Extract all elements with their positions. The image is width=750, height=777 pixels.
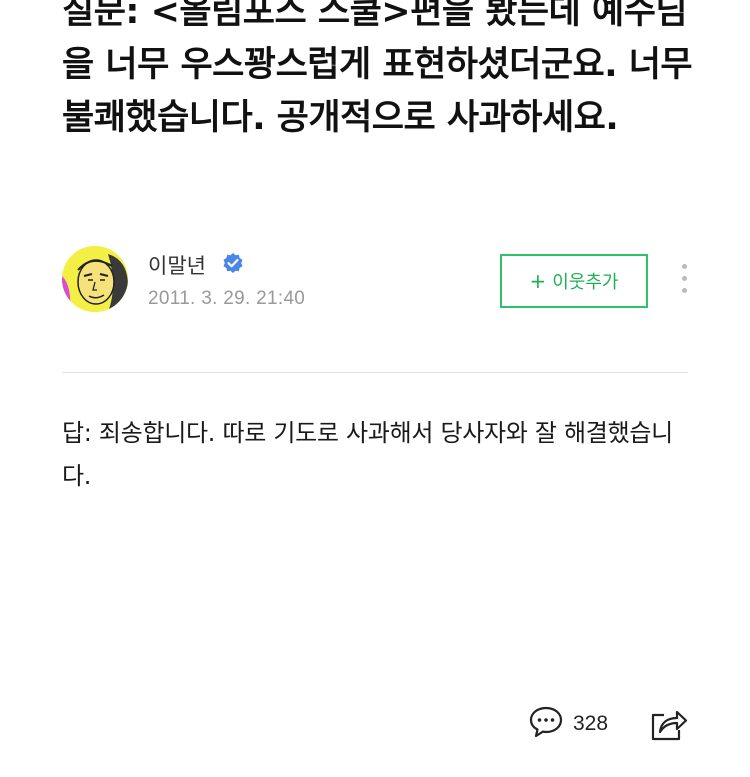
post-title: 질문: <올림포스 스쿨>편을 봤는데 예수님을 너무 우스꽝스럽게 표현하셨더… [62, 0, 693, 138]
speech-bubble-icon [528, 705, 564, 743]
author-avatar[interactable] [62, 246, 128, 312]
comment-button[interactable]: 328 [528, 706, 608, 742]
author-section: 이말년 2011. 3. 29. 21:40 + 이웃추가 [62, 246, 690, 316]
add-neighbor-label: 이웃추가 [552, 272, 619, 293]
vertical-ellipsis-icon[interactable] [676, 264, 692, 298]
post-answer: 답: 죄송합니다. 따로 기도로 사과해서 당사자와 잘 해결했습니다. [62, 419, 673, 490]
post-date: 2011. 3. 29. 21:40 [148, 288, 306, 309]
comment-count: 328 [573, 712, 609, 735]
plus-icon: + [529, 269, 547, 293]
author-name[interactable]: 이말년 [148, 250, 206, 280]
add-neighbor-button[interactable]: + 이웃추가 [500, 254, 648, 308]
verified-check-icon [222, 252, 244, 274]
share-arrow-icon[interactable] [650, 706, 688, 742]
divider [62, 372, 688, 373]
